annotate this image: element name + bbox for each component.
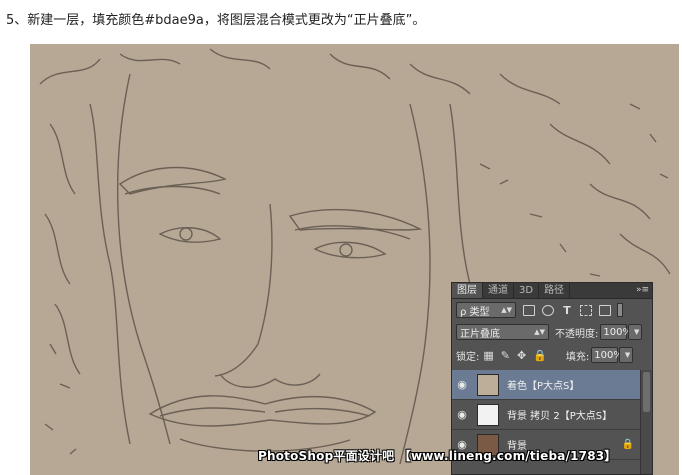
shape-filter-icon[interactable] (580, 304, 592, 316)
eye-visibility-icon[interactable]: ◉ (452, 378, 472, 391)
opacity-label: 不透明度: (555, 328, 599, 340)
blend-row: 正片叠底 ▲▼ 不透明度: 100% ▼ (452, 324, 652, 340)
tab-layers[interactable]: 图层 (452, 283, 483, 298)
filter-row: ρ 类型 ▲▼ T (452, 302, 652, 318)
lock-row: 锁定: ▦ ✎ ✥ 🔒 填充: 100% ▼ (452, 347, 652, 363)
opacity-dropdown-button[interactable]: ▼ (628, 324, 643, 340)
layer-list-scrollbar[interactable] (640, 370, 652, 474)
filter-toggle-switch[interactable] (617, 303, 623, 317)
type-filter-icon[interactable]: T (561, 305, 573, 316)
pixel-filter-icon[interactable] (523, 304, 535, 316)
lock-all-icon[interactable]: 🔒 (533, 350, 547, 361)
smart-object-filter-icon[interactable] (599, 304, 611, 316)
chevron-updown-icon: ▲▼ (501, 306, 512, 314)
blend-mode-value: 正片叠底 (460, 328, 500, 340)
eye-visibility-icon[interactable]: ◉ (452, 408, 472, 421)
blend-mode-select[interactable]: 正片叠底 ▲▼ (456, 324, 549, 340)
lock-transparent-icon[interactable]: ▦ (483, 350, 493, 361)
layer-name: 背景 拷贝 2【P大点S】 (507, 411, 613, 422)
filter-kind-label: ρ 类型 (460, 306, 490, 318)
panel-tab-bar: 图层 通道 3D 路径 »≡ (452, 283, 652, 299)
scrollbar-thumb[interactable] (643, 372, 650, 412)
filter-kind-select[interactable]: ρ 类型 ▲▼ (456, 302, 516, 318)
watermark-text: PhotoShop平面设计吧 【www.lineng.com/tieba/178… (258, 449, 617, 463)
tab-3d[interactable]: 3D (514, 283, 540, 298)
fill-label: 填充: (565, 351, 590, 363)
instruction-text: 5、新建一层，填充颜色#bdae9a，将图层混合模式更改为“正片叠底”。 (6, 13, 426, 28)
chevron-down-icon: ▼ (633, 328, 640, 336)
layer-name: 着色【P大点S】 (507, 381, 580, 392)
adjustment-filter-icon[interactable] (542, 304, 554, 316)
lock-pixels-brush-icon[interactable]: ✎ (501, 350, 510, 361)
layer-row-background-copy-2[interactable]: ◉ 背景 拷贝 2【P大点S】 (452, 400, 640, 430)
tab-paths[interactable]: 路径 (539, 283, 571, 298)
tab-channels[interactable]: 通道 (483, 283, 514, 298)
lock-position-move-icon[interactable]: ✥ (517, 350, 526, 361)
chevron-down-icon: ▼ (624, 351, 631, 359)
panel-menu-icon[interactable]: »≡ (636, 283, 649, 298)
fill-input[interactable]: 100% (591, 347, 623, 363)
lock-label: 锁定: (456, 351, 480, 363)
fill-dropdown-button[interactable]: ▼ (619, 347, 634, 363)
layer-lock-icon: 🔒 (621, 439, 634, 450)
layer-thumbnail-color (477, 373, 499, 396)
layer-thumbnail-sketch (477, 403, 499, 426)
layer-row-color-fill[interactable]: ◉ 着色【P大点S】 (452, 370, 640, 400)
opacity-input[interactable]: 100% (600, 324, 632, 340)
chevron-updown-icon: ▲▼ (534, 328, 545, 336)
